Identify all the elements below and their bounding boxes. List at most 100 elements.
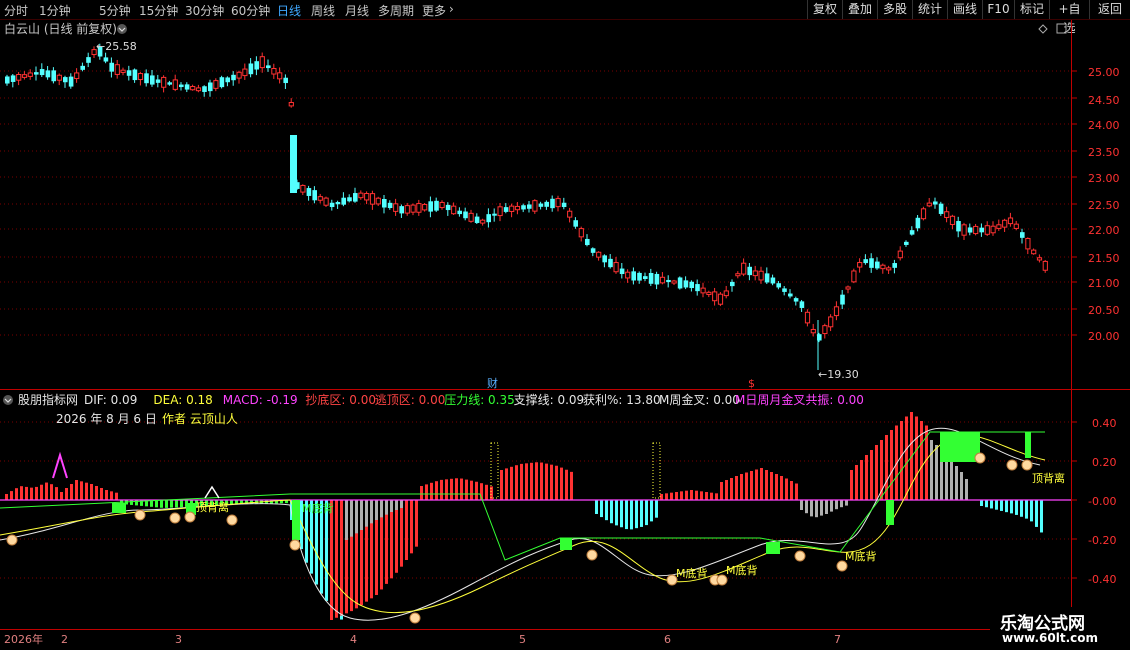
period-tab-more[interactable]: 更多 — [422, 2, 446, 19]
financial-event-marker[interactable]: 财 — [487, 376, 498, 390]
period-tab-daily[interactable]: 日线 — [277, 2, 301, 19]
macd-bar — [985, 500, 988, 508]
candle-body — [666, 279, 671, 283]
f10-button[interactable]: F10 — [982, 0, 1014, 19]
macd-bar — [625, 500, 628, 530]
macd-bar — [930, 440, 933, 500]
candle-body — [782, 288, 787, 292]
macd-bar — [445, 479, 448, 500]
candle-body — [857, 262, 863, 268]
indicator-name[interactable]: 股朋指标网 — [18, 392, 78, 407]
macd-bar — [655, 500, 658, 518]
restore-rights-button[interactable]: 复权 — [807, 0, 842, 19]
macd-bar — [395, 500, 398, 510]
back-button[interactable]: 返回 — [1089, 0, 1130, 19]
period-tab-weekly[interactable]: 周线 — [311, 2, 335, 19]
candle-body — [382, 198, 387, 208]
candle-body — [74, 72, 80, 80]
candle-body — [109, 62, 114, 72]
macd-bar — [335, 500, 338, 618]
indicator-tick: -0.40 — [1088, 573, 1116, 586]
candle-body — [369, 193, 376, 205]
hand-pointer-icon — [169, 512, 181, 524]
macd-bar — [155, 500, 158, 508]
macd-bar — [100, 488, 103, 500]
macd-bar — [35, 486, 38, 500]
candle-body — [799, 301, 805, 308]
hand-pointer-icon — [974, 452, 986, 464]
macd-bar — [935, 445, 938, 500]
candle-body — [434, 200, 439, 211]
macd-bar — [370, 500, 373, 524]
macd-bar — [1015, 500, 1018, 515]
macd-bar — [550, 464, 553, 500]
macd-bar — [175, 500, 178, 508]
candle-body — [190, 86, 196, 91]
period-tab-multi[interactable]: 多周期 — [378, 2, 414, 19]
candle-body — [758, 270, 764, 281]
candle-body — [1007, 217, 1014, 225]
macd-bar — [965, 479, 968, 500]
macd-bar — [775, 474, 778, 500]
indicator-tick: -0.20 — [1088, 534, 1116, 547]
stock-chart[interactable]: 白云山 (日线 前复权) ←25.58 ←19.30 财 $ 25.00 24.… — [0, 20, 1130, 650]
macd-bar — [1005, 500, 1008, 513]
candle-body — [996, 224, 1002, 229]
macd-bar — [840, 500, 843, 508]
site-watermark: 乐淘公式网 www.60lt.com — [990, 607, 1130, 650]
period-tab-1min[interactable]: 1分钟 — [39, 2, 71, 19]
macd-bar — [25, 486, 28, 500]
candle-body — [393, 203, 399, 212]
macd-bar — [515, 465, 518, 500]
multi-stock-button[interactable]: 多股 — [877, 0, 912, 19]
macd-bar — [115, 492, 118, 500]
macd-bar — [130, 500, 133, 505]
chevron-down-icon[interactable] — [117, 24, 127, 34]
hand-pointer-icon — [794, 550, 806, 562]
macd-bar — [395, 500, 398, 573]
macd-bar — [340, 500, 343, 616]
indicator-tick: 0.40 — [1092, 417, 1117, 430]
candle-body — [283, 77, 288, 84]
macd-bar — [505, 468, 508, 500]
macd-bar — [520, 463, 523, 500]
candle-body — [544, 201, 549, 207]
macd-bar — [1000, 500, 1003, 511]
candle-body — [179, 84, 184, 88]
window-restore-icon[interactable] — [1056, 23, 1067, 34]
indicator-date: 2026 年 8 月 6 日 — [56, 412, 157, 426]
diamond-icon[interactable] — [1038, 24, 1048, 34]
candle-body — [845, 286, 851, 290]
candle-body — [561, 202, 567, 208]
period-tab-5min[interactable]: 5分钟 — [99, 2, 131, 19]
candle-body — [39, 69, 45, 76]
add-watchlist-button[interactable]: +自选 — [1049, 0, 1089, 35]
macd-bar — [740, 474, 743, 500]
chevron-right-icon[interactable]: › — [449, 2, 454, 16]
candle-body — [457, 210, 462, 215]
statistics-button[interactable]: 统计 — [912, 0, 947, 19]
candle-body — [735, 273, 741, 277]
draw-line-button[interactable]: 画线 — [947, 0, 982, 19]
chevron-down-icon[interactable] — [3, 395, 13, 405]
period-tab-15min[interactable]: 15分钟 — [139, 2, 178, 19]
period-tab-monthly[interactable]: 月线 — [345, 2, 369, 19]
date-axis: 2026年 2 3 4 5 6 7 — [4, 632, 841, 646]
macd-bar — [65, 488, 68, 500]
candle-body — [608, 258, 613, 268]
period-tab-fenshi[interactable]: 分时 — [4, 2, 28, 19]
mark-button[interactable]: 标记 — [1014, 0, 1049, 19]
macd-bar — [995, 500, 998, 510]
candle-body — [886, 267, 892, 271]
macd-bar — [70, 484, 73, 500]
indicator-field: 获利%: 13.80 — [583, 393, 661, 407]
period-tab-30min[interactable]: 30分钟 — [185, 2, 224, 19]
period-tab-60min[interactable]: 60分钟 — [231, 2, 270, 19]
dividend-event-marker[interactable]: $ — [748, 377, 755, 390]
overlay-button[interactable]: 叠加 — [842, 0, 877, 19]
macd-bar — [510, 466, 513, 500]
hand-pointer-icon — [1006, 459, 1018, 471]
candle-body — [387, 202, 393, 209]
candle-body — [706, 291, 712, 295]
macd-bar — [345, 500, 348, 540]
